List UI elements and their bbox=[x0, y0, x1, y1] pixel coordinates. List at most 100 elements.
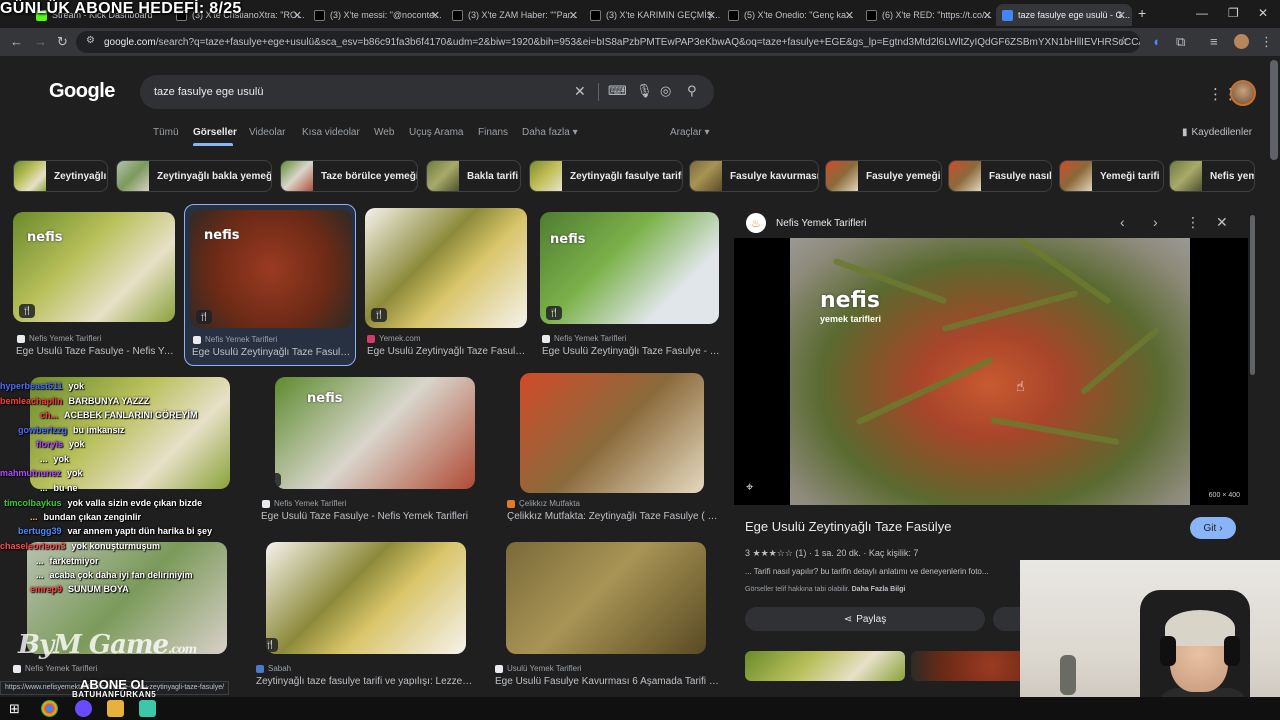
close-icon[interactable]: ✕ bbox=[1216, 214, 1228, 231]
result-image[interactable]: nefis 🍴 bbox=[190, 210, 352, 328]
bookmark-star-icon[interactable]: ☆ bbox=[1118, 34, 1129, 48]
chip-1[interactable]: Zeytinyağlı bakla yemeği bbox=[116, 160, 272, 192]
tab-web[interactable]: Web bbox=[374, 127, 394, 138]
close-icon[interactable]: ✕ bbox=[845, 9, 854, 22]
restore-icon[interactable]: ❐ bbox=[1228, 6, 1239, 20]
tab-more[interactable]: Daha fazla ▾ bbox=[522, 127, 578, 138]
folder-icon[interactable] bbox=[107, 700, 124, 717]
panel-source[interactable]: ♨ Nefis Yemek Tarifleri bbox=[746, 213, 866, 233]
related-thumbnail[interactable] bbox=[745, 651, 905, 681]
chat-message: ... bundan çıkan zenginlir bbox=[30, 512, 141, 522]
chip-5[interactable]: Fasulye kavurması bbox=[689, 160, 819, 192]
result-image[interactable]: nefis 🍴 bbox=[275, 377, 475, 489]
extension-icon[interactable]: ◖ bbox=[1152, 34, 1160, 49]
result-image[interactable]: nefis 🍴 bbox=[13, 212, 175, 322]
result-title[interactable]: Ege Usulü Fasulye Kavurması 6 Aşamada Ta… bbox=[495, 676, 721, 687]
result-image[interactable] bbox=[506, 542, 706, 654]
saved-button[interactable]: ▮ Kaydedilenler bbox=[1182, 127, 1252, 138]
result-image[interactable]: nefis 🍴 bbox=[540, 212, 719, 324]
camera-lens-icon[interactable]: ◎ bbox=[660, 83, 671, 99]
menu-kebab-icon[interactable]: ⋮ bbox=[1260, 34, 1273, 50]
forward-arrow-icon[interactable]: → bbox=[34, 34, 47, 49]
browser-tab-4[interactable]: (3) X'te KARIMIN GEÇMİŞ... ✕ bbox=[584, 4, 722, 26]
extensions-puzzle-icon[interactable]: ⧉ bbox=[1176, 34, 1185, 50]
new-tab-button[interactable]: + bbox=[1138, 5, 1146, 21]
result-title[interactable]: Zeytinyağlı taze fasulye tarifi ve yapıl… bbox=[256, 676, 474, 687]
site-info-icon[interactable]: ⚙ bbox=[86, 35, 95, 46]
chip-2[interactable]: Taze börülce yemeği bbox=[280, 160, 418, 192]
chrome-icon[interactable] bbox=[41, 700, 58, 717]
learn-more-link[interactable]: Daha Fazla Bilgi bbox=[852, 586, 906, 593]
window-close-icon[interactable]: ✕ bbox=[1258, 6, 1268, 20]
close-icon[interactable]: ✕ bbox=[1117, 9, 1126, 22]
result-title[interactable]: Ege Usulü Zeytinyağlı Taze Fasuly... bbox=[192, 347, 352, 358]
microphone-icon[interactable]: 🎙 bbox=[636, 83, 653, 99]
close-icon[interactable]: ✕ bbox=[707, 9, 716, 22]
minimize-icon[interactable]: — bbox=[1196, 6, 1208, 20]
tools-button[interactable]: Araçlar ▾ bbox=[670, 127, 709, 138]
chip-0[interactable]: Zeytinyağlı bbox=[13, 160, 108, 192]
account-avatar[interactable] bbox=[1230, 80, 1256, 106]
result-image[interactable] bbox=[520, 373, 704, 493]
close-icon[interactable]: ✕ bbox=[983, 9, 992, 22]
result-card-1-selected[interactable]: nefis 🍴 Nefis Yemek Tarifleri Ege Usulü … bbox=[184, 204, 356, 366]
next-arrow-icon[interactable]: › bbox=[1153, 214, 1158, 230]
chip-6[interactable]: Fasulye yemeği bbox=[825, 160, 942, 192]
lens-search-icon[interactable]: ⌖ bbox=[746, 479, 753, 495]
chip-8[interactable]: Yemeği tarifi bbox=[1059, 160, 1164, 192]
chip-4[interactable]: Zeytinyağlı fasulye tarifi bbox=[529, 160, 683, 192]
result-card-5[interactable]: nefis 🍴 Nefis Yemek Tarifleri Ege Usulü … bbox=[258, 377, 476, 527]
search-input[interactable]: taze fasulye ege usulü ✕ ⌨ 🎙 ◎ ⚲ bbox=[140, 75, 714, 109]
page-scrollbar[interactable] bbox=[1270, 60, 1278, 160]
back-arrow-icon[interactable]: ← bbox=[10, 34, 23, 49]
result-title[interactable]: Ege Usulü Taze Fasulye - Nefis Yemek Tar… bbox=[261, 511, 476, 522]
browser-tab-active[interactable]: taze fasulye ege usulü - G... ✕ bbox=[996, 4, 1132, 26]
google-logo[interactable]: Google bbox=[49, 80, 115, 103]
visit-button[interactable]: Git › bbox=[1190, 517, 1236, 539]
browser-tab-6[interactable]: (6) X'te RED: "https://t.co/... ✕ bbox=[860, 4, 998, 26]
tab-flights[interactable]: Uçuş Arama bbox=[409, 127, 463, 138]
panel-title[interactable]: Ege Usulü Zeytinyağlı Taze Fasülye bbox=[745, 519, 951, 534]
result-title[interactable]: Ege Usulü Zeytinyağlı Taze Fasuly... bbox=[367, 346, 527, 357]
result-title[interactable]: Ege Usulü Taze Fasulye - Nefis Ye... bbox=[16, 346, 176, 357]
reload-icon[interactable]: ↻ bbox=[57, 34, 68, 50]
result-title[interactable]: Ege Usulü Zeytinyağlı Taze Fasulye - Nef… bbox=[542, 346, 720, 357]
close-icon[interactable]: ✕ bbox=[293, 9, 302, 22]
previous-arrow-icon[interactable]: ‹ bbox=[1120, 214, 1125, 230]
result-title[interactable]: Çelikkız Mutfakta: Zeytinyağlı Taze Fasu… bbox=[507, 511, 721, 522]
windows-start-icon[interactable]: ⊞ bbox=[9, 701, 20, 717]
more-options-icon[interactable]: ⋮ bbox=[1186, 214, 1200, 231]
tab-all[interactable]: Tümü bbox=[153, 127, 179, 138]
address-bar[interactable]: ⚙ google.com/search?q=taze+fasulye+ege+u… bbox=[76, 31, 1140, 53]
share-button[interactable]: ⋖ Paylaş bbox=[745, 607, 985, 631]
app-icon-2[interactable] bbox=[139, 700, 156, 717]
app-icon[interactable] bbox=[75, 700, 92, 717]
search-icon[interactable]: ⚲ bbox=[687, 83, 697, 99]
close-icon[interactable]: ✕ bbox=[431, 9, 440, 22]
tab-images[interactable]: Görseller bbox=[193, 127, 237, 138]
result-card-6[interactable]: Çelikkız Mutfakta Çelikkız Mutfakta: Zey… bbox=[505, 373, 723, 527]
browser-tab-5[interactable]: (5) X'te Onedio: "Genç ka... ✕ bbox=[722, 4, 860, 26]
tab-videos[interactable]: Videolar bbox=[249, 127, 286, 138]
tab-short-videos[interactable]: Kısa videolar bbox=[302, 127, 360, 138]
panel-scrollbar[interactable] bbox=[1250, 215, 1255, 375]
preview-image[interactable]: nefis yemek tarifleri bbox=[790, 236, 1190, 505]
result-card-0[interactable]: nefis 🍴 Nefis Yemek Tarifleri Ege Usulü … bbox=[13, 212, 176, 362]
chip-9[interactable]: Nefis yeme bbox=[1169, 160, 1255, 192]
result-card-3[interactable]: nefis 🍴 Nefis Yemek Tarifleri Ege Usulü … bbox=[540, 212, 720, 362]
result-image[interactable]: 🍴 bbox=[266, 542, 466, 654]
tab-finance[interactable]: Finans bbox=[478, 127, 508, 138]
browser-tab-2[interactable]: (3) X'te messi: "@noconte... ✕ bbox=[308, 4, 446, 26]
media-control-icon[interactable]: ≡ bbox=[1210, 34, 1218, 49]
profile-avatar[interactable] bbox=[1234, 34, 1249, 49]
result-card-8[interactable]: 🍴 Sabah Zeytinyağlı taze fasulye tarifi … bbox=[256, 542, 476, 692]
close-icon[interactable]: ✕ bbox=[569, 9, 578, 22]
clear-icon[interactable]: ✕ bbox=[574, 83, 586, 100]
chip-3[interactable]: Bakla tarifi bbox=[426, 160, 521, 192]
keyboard-icon[interactable]: ⌨ bbox=[608, 83, 627, 99]
browser-tab-3[interactable]: (3) X'te ZAM Haber: ""Par... ✕ bbox=[446, 4, 584, 26]
result-image[interactable]: 🍴 bbox=[365, 208, 527, 328]
chip-7[interactable]: Fasulye nasıl bbox=[948, 160, 1052, 192]
result-card-9[interactable]: Usulü Yemek Tarifleri Ege Usulü Fasulye … bbox=[495, 542, 723, 692]
result-card-2[interactable]: 🍴 Yemek.com Ege Usulü Zeytinyağlı Taze F… bbox=[365, 208, 527, 358]
